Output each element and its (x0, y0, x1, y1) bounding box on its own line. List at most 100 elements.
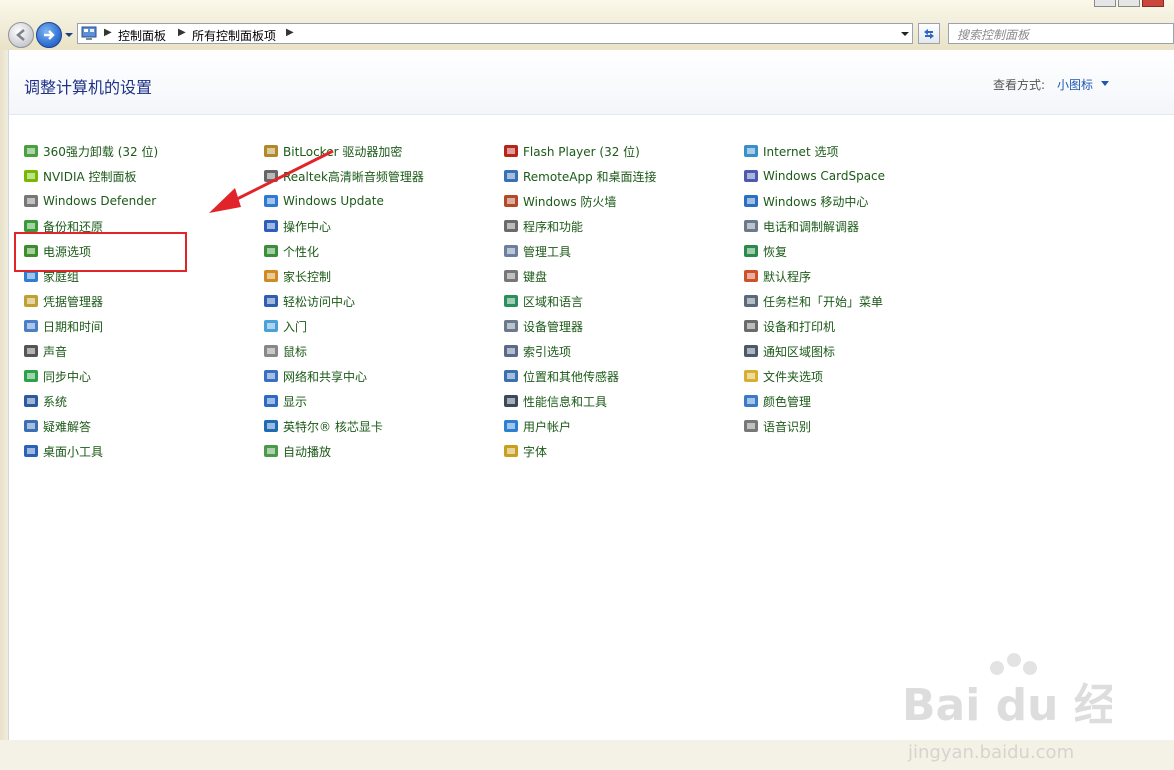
color-icon (744, 395, 758, 407)
control-panel-item-label: 性能信息和工具 (523, 394, 608, 409)
control-panel-item[interactable]: 桌面小工具 (23, 441, 103, 461)
control-panel-item[interactable]: 同步中心 (23, 366, 91, 386)
control-panel-item-label: 自动播放 (283, 444, 332, 459)
performance-icon (504, 395, 518, 407)
parental-icon (264, 270, 278, 282)
control-panel-item-label: 个性化 (283, 244, 320, 259)
control-panel-item[interactable]: 入门 (263, 316, 307, 336)
control-panel-item-label: 电话和调制解调器 (763, 219, 860, 234)
control-panel-item[interactable]: 通知区域图标 (743, 341, 835, 361)
control-panel-item[interactable]: 疑难解答 (23, 416, 91, 436)
refresh-icon (924, 28, 934, 39)
control-panel-item[interactable]: 操作中心 (263, 216, 331, 236)
control-panel-item[interactable]: 显示 (263, 391, 307, 411)
control-panel-item[interactable]: 声音 (23, 341, 67, 361)
forward-button[interactable] (36, 22, 62, 48)
control-panel-item[interactable]: Internet 选项 (743, 141, 838, 161)
keyboard-icon (504, 270, 518, 282)
control-panel-item[interactable]: 任务栏和「开始」菜单 (743, 291, 883, 311)
breadcrumb-separator-icon[interactable]: ▶ (104, 27, 112, 38)
control-panel-item[interactable]: 设备管理器 (503, 316, 583, 336)
users-icon (504, 420, 518, 432)
control-panel-item-label: 语音识别 (763, 419, 812, 434)
default-programs-icon (744, 270, 758, 282)
control-panel-item[interactable]: 键盘 (503, 266, 547, 286)
control-panel-item[interactable]: 凭据管理器 (23, 291, 103, 311)
control-panel-item[interactable]: 恢复 (743, 241, 787, 261)
control-panel-item[interactable]: 家长控制 (263, 266, 331, 286)
globe-icon (504, 295, 518, 307)
control-panel-item[interactable]: BitLocker 驱动器加密 (263, 141, 402, 161)
flag-icon (264, 220, 278, 232)
minimize-button[interactable] (1094, 0, 1116, 7)
breadcrumb-all-items[interactable]: 所有控制面板项 (192, 27, 276, 44)
maximize-button[interactable] (1118, 0, 1140, 7)
control-panel-item[interactable]: 用户帐户 (503, 416, 571, 436)
mobility-icon (744, 195, 758, 207)
control-panel-item-label: 文件夹选项 (763, 369, 824, 384)
update-icon (264, 195, 278, 207)
breadcrumb-separator-icon[interactable]: ▶ (178, 27, 186, 38)
control-panel-item[interactable]: Windows Defender (23, 191, 156, 211)
control-panel-content: 调整计算机的设置 查看方式: 小图标 360强力卸载 (32 位) NVIDIA … (8, 50, 1174, 763)
control-panel-item[interactable]: NVIDIA 控制面板 (23, 166, 137, 186)
network-icon (264, 370, 278, 382)
control-panel-item[interactable]: 网络和共享中心 (263, 366, 367, 386)
control-panel-item-label: 任务栏和「开始」菜单 (763, 294, 884, 309)
control-panel-item-label: RemoteApp 和桌面连接 (523, 169, 657, 184)
control-panel-item[interactable]: Windows 移动中心 (743, 191, 868, 211)
control-panel-items: 360强力卸载 (32 位) NVIDIA 控制面板 Windows Defende… (9, 50, 1174, 740)
nvidia-icon (24, 170, 38, 182)
control-panel-item-label: 字体 (523, 444, 548, 459)
control-panel-item[interactable]: RemoteApp 和桌面连接 (503, 166, 657, 186)
control-panel-item[interactable]: Windows Update (263, 191, 384, 211)
control-panel-item-label: Windows CardSpace (763, 169, 886, 183)
credential-icon (24, 295, 38, 307)
control-panel-item[interactable]: 轻松访问中心 (263, 291, 355, 311)
control-panel-item-label: 设备管理器 (523, 319, 584, 334)
refresh-button[interactable] (918, 23, 940, 44)
control-panel-item[interactable]: 索引选项 (503, 341, 571, 361)
control-panel-item[interactable]: 文件夹选项 (743, 366, 823, 386)
printer-icon (744, 320, 758, 332)
control-panel-item[interactable]: 默认程序 (743, 266, 811, 286)
control-panel-item[interactable]: 自动播放 (263, 441, 331, 461)
notify-icon (744, 345, 758, 357)
control-panel-item[interactable]: 日期和时间 (23, 316, 103, 336)
control-panel-item[interactable]: 英特尔® 核芯显卡 (263, 416, 383, 436)
control-panel-item-label: Windows Defender (43, 194, 157, 208)
watermark-brand: Bai du 经验 (902, 680, 1112, 731)
control-panel-item[interactable]: 管理工具 (503, 241, 571, 261)
control-panel-item-label: 显示 (283, 394, 308, 409)
control-panel-item[interactable]: 鼠标 (263, 341, 307, 361)
back-button[interactable] (8, 22, 34, 48)
close-button[interactable] (1142, 0, 1164, 7)
address-bar[interactable]: ▶ 控制面板 ▶ 所有控制面板项 ▶ (77, 23, 913, 44)
control-panel-item[interactable]: 颜色管理 (743, 391, 811, 411)
control-panel-item[interactable]: 语音识别 (743, 416, 811, 436)
control-panel-item[interactable]: Windows 防火墙 (503, 191, 616, 211)
troubleshoot-icon (24, 420, 38, 432)
cardspace-icon (744, 170, 758, 182)
control-panel-item[interactable]: 性能信息和工具 (503, 391, 607, 411)
control-panel-item[interactable]: 程序和功能 (503, 216, 583, 236)
control-panel-item[interactable]: 字体 (503, 441, 547, 461)
control-panel-item[interactable]: Windows CardSpace (743, 166, 885, 186)
control-panel-item[interactable]: 电话和调制解调器 (743, 216, 859, 236)
control-panel-item[interactable]: 位置和其他传感器 (503, 366, 619, 386)
control-panel-item[interactable]: Realtek高清晰音频管理器 (263, 166, 424, 186)
control-panel-item[interactable]: 设备和打印机 (743, 316, 835, 336)
control-panel-item[interactable]: 系统 (23, 391, 67, 411)
address-dropdown-icon[interactable] (900, 29, 910, 39)
getting-started-icon (264, 320, 278, 332)
breadcrumb-separator-icon[interactable]: ▶ (286, 27, 294, 38)
control-panel-item[interactable]: 360强力卸载 (32 位) (23, 141, 158, 161)
control-panel-item[interactable]: 区域和语言 (503, 291, 583, 311)
forward-arrow-icon (44, 30, 55, 40)
breadcrumb-control-panel[interactable]: 控制面板 (118, 27, 166, 44)
control-panel-item[interactable]: Flash Player (32 位) (503, 141, 640, 161)
search-input[interactable]: 搜索控制面板 (948, 23, 1174, 44)
history-dropdown-icon[interactable] (64, 30, 74, 40)
location-icon (504, 370, 518, 382)
control-panel-item[interactable]: 个性化 (263, 241, 319, 261)
